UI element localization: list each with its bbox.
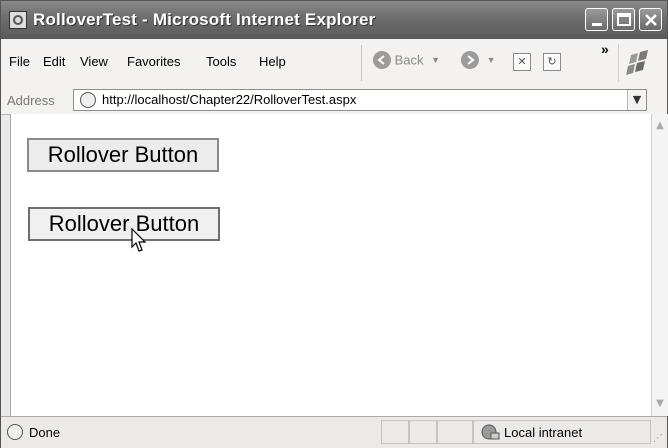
done-page-icon: [7, 424, 23, 440]
status-cell: [437, 420, 473, 444]
forward-button[interactable]: ▼: [461, 51, 496, 73]
mouse-cursor-icon: [131, 228, 147, 252]
menu-favorites[interactable]: Favorites: [127, 54, 180, 69]
close-button[interactable]: [639, 8, 662, 31]
status-bar: Done Local intranet ⋰: [1, 416, 667, 448]
maximize-button[interactable]: [612, 8, 635, 31]
menu-tools[interactable]: Tools: [206, 54, 236, 69]
rollover-button-2[interactable]: Rollover Button: [28, 207, 220, 241]
refresh-button[interactable]: ↻: [543, 53, 561, 71]
menu-bar: File Edit View Favorites Tools Help Back…: [1, 39, 667, 88]
zone-text: Local intranet: [504, 425, 583, 440]
forward-arrow-icon: [461, 51, 479, 69]
back-dropdown-icon[interactable]: ▼: [431, 55, 440, 65]
back-label: Back: [394, 52, 424, 68]
address-input[interactable]: http://localhost/Chapter22/RolloverTest.…: [73, 89, 647, 111]
scroll-up-icon[interactable]: ▲: [652, 118, 668, 134]
windows-logo: [618, 44, 659, 82]
status-text: Done: [29, 425, 61, 440]
status-cell: [409, 420, 437, 444]
resize-grip-icon[interactable]: ⋰: [653, 433, 663, 444]
menu-view[interactable]: View: [80, 54, 108, 69]
intranet-icon: [481, 424, 500, 440]
window-title: RolloverTest - Microsoft Internet Explor…: [33, 10, 376, 29]
forward-dropdown-icon[interactable]: ▼: [487, 55, 496, 65]
toolbar-chevron[interactable]: »: [601, 41, 609, 57]
title-bar[interactable]: RolloverTest - Microsoft Internet Explor…: [1, 1, 667, 39]
rollover-button-1[interactable]: Rollover Button: [27, 138, 219, 172]
menu-help[interactable]: Help: [259, 54, 286, 69]
ie-icon: [9, 11, 27, 29]
back-button[interactable]: Back ▼: [373, 51, 440, 73]
minimize-button[interactable]: [585, 8, 608, 31]
back-arrow-icon: [373, 51, 391, 69]
browser-window: RolloverTest - Microsoft Internet Explor…: [0, 0, 668, 448]
address-bar: Address http://localhost/Chapter22/Rollo…: [1, 87, 667, 115]
address-label: Address: [7, 93, 55, 108]
menu-file[interactable]: File: [9, 54, 30, 69]
zone-cell: Local intranet: [473, 420, 651, 444]
vertical-scrollbar[interactable]: ▲ ▼: [651, 114, 668, 416]
page-content: Rollover Button Rollover Button: [10, 114, 651, 416]
address-url[interactable]: http://localhost/Chapter22/RolloverTest.…: [102, 92, 356, 107]
stop-button[interactable]: ✕: [513, 53, 531, 71]
menu-edit[interactable]: Edit: [43, 54, 65, 69]
scroll-down-icon[interactable]: ▼: [652, 396, 668, 412]
status-cell: [381, 420, 409, 444]
page-icon: [80, 92, 96, 108]
toolbar-separator: [361, 45, 362, 81]
address-dropdown-icon[interactable]: ▼: [627, 90, 646, 110]
